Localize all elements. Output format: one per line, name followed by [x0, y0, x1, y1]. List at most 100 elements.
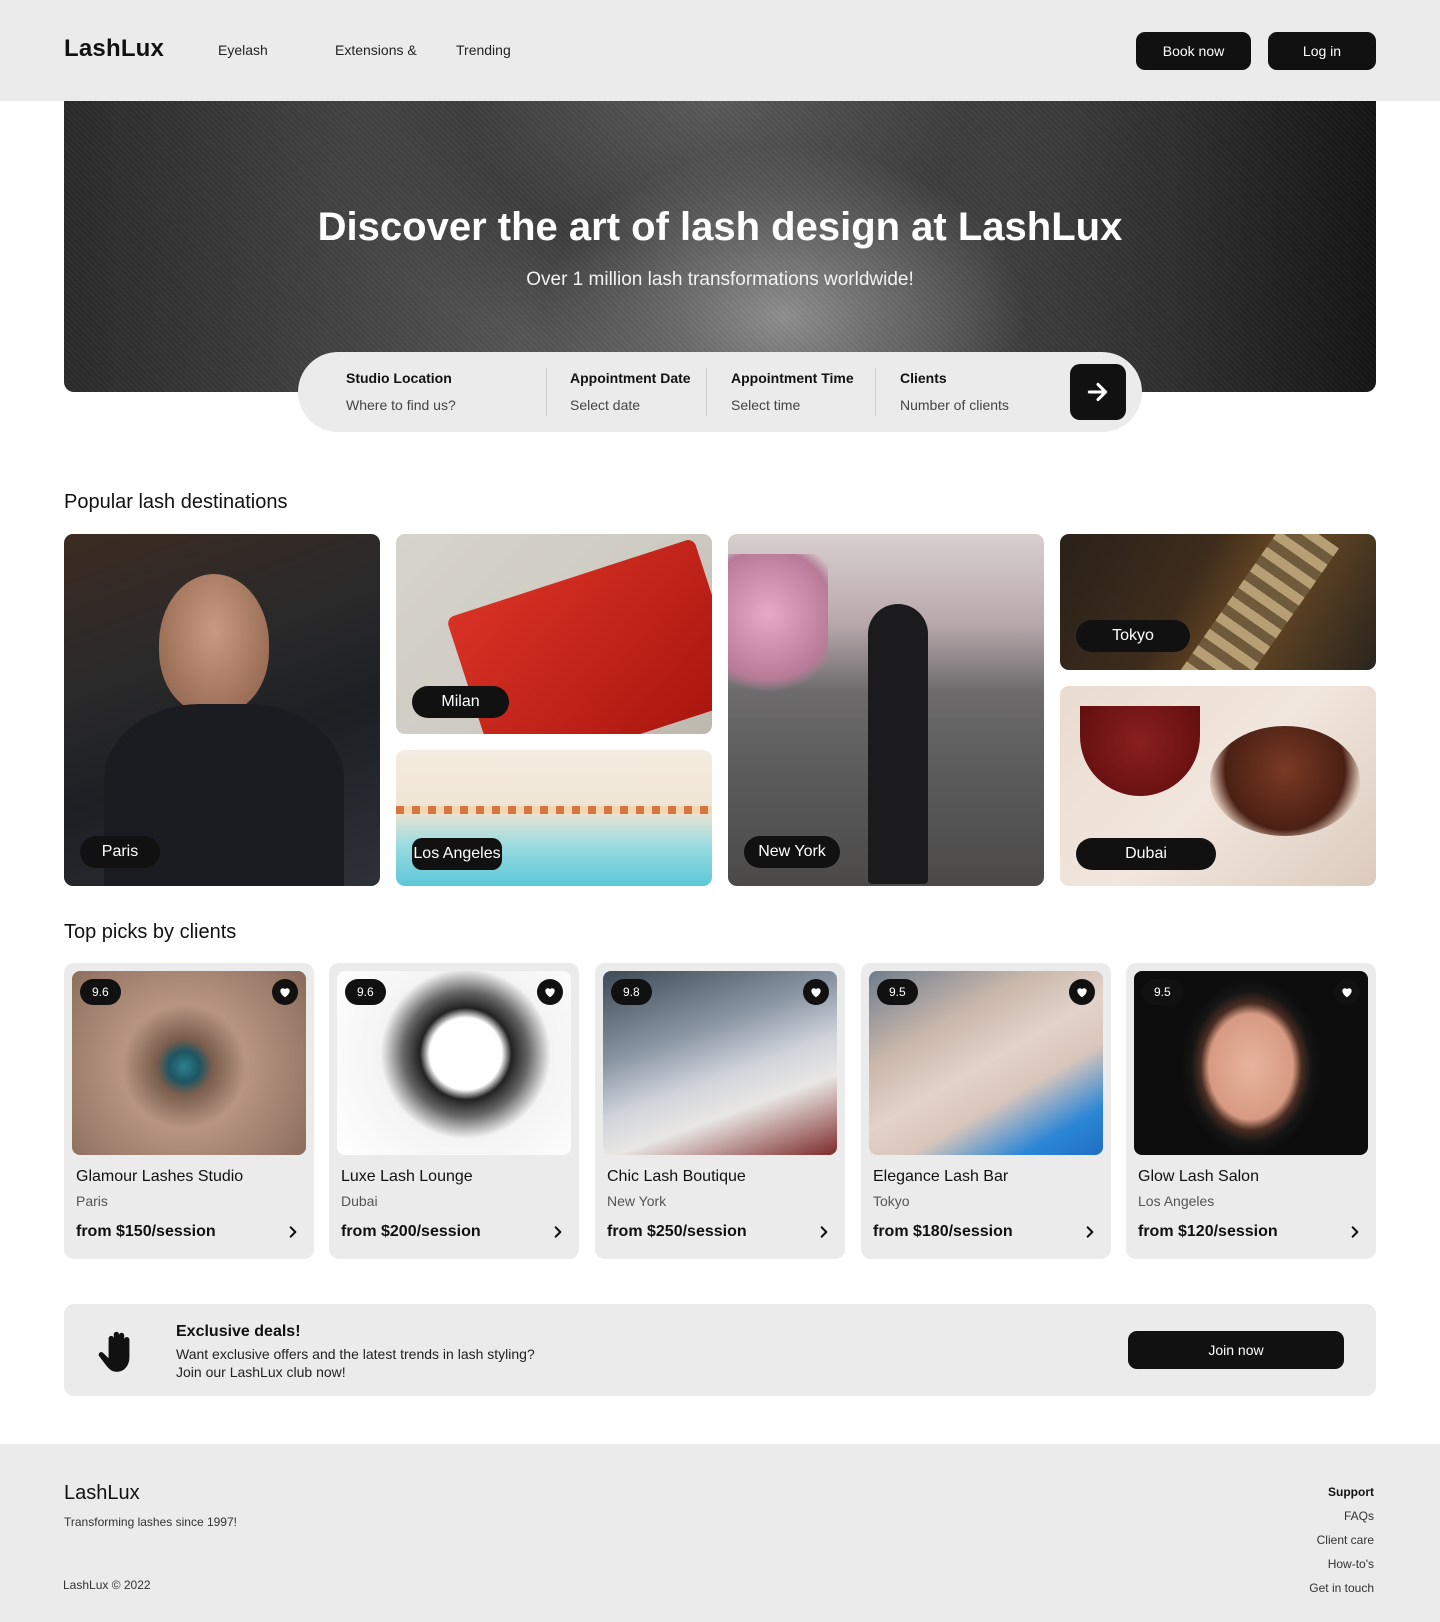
destination-label: Los Angeles	[412, 838, 502, 870]
destination-image	[396, 806, 712, 814]
studio-price: from $200/session	[341, 1223, 481, 1240]
studio-price: from $150/session	[76, 1223, 216, 1240]
studio-image: 9.5	[869, 971, 1103, 1155]
rating-badge: 9.6	[80, 979, 121, 1005]
chevron-right-icon[interactable]	[547, 1221, 569, 1243]
field-label: Studio Location	[346, 370, 452, 386]
studio-card[interactable]: 9.8 Chic Lash Boutique New York from $25…	[595, 963, 845, 1259]
destination-card-milan[interactable]: Milan	[396, 534, 712, 734]
favorite-heart-icon[interactable]	[1334, 979, 1360, 1005]
footer-tagline: Transforming lashes since 1997!	[64, 1515, 237, 1529]
search-submit-button[interactable]	[1070, 364, 1126, 420]
nav-item-extensions[interactable]: Extensions &	[335, 42, 417, 58]
field-placeholder: Where to find us?	[346, 397, 456, 413]
exclusive-deals-banner: Exclusive deals! Want exclusive offers a…	[64, 1304, 1376, 1396]
site-footer: LashLux Transforming lashes since 1997! …	[0, 1444, 1440, 1622]
studio-name: Luxe Lash Lounge	[341, 1168, 473, 1185]
field-placeholder: Select date	[570, 397, 641, 413]
studio-location-field[interactable]: Studio Location Where to find us?	[346, 370, 456, 413]
field-label: Clients	[900, 370, 947, 386]
appointment-time-field[interactable]: Appointment Time Select time	[731, 370, 854, 413]
destination-label: Milan	[412, 686, 509, 718]
footer-link-client-care[interactable]: Client care	[1317, 1533, 1374, 1547]
footer-link-faqs[interactable]: FAQs	[1344, 1509, 1374, 1523]
studio-city: New York	[607, 1193, 667, 1209]
studio-name: Chic Lash Boutique	[607, 1168, 746, 1185]
hero-title: Discover the art of lash design at LashL…	[317, 205, 1123, 249]
studio-image: 9.6	[72, 971, 306, 1155]
destination-image	[159, 574, 269, 714]
appointment-date-field[interactable]: Appointment Date Select date	[570, 370, 691, 413]
rating-badge: 9.6	[345, 979, 386, 1005]
hero-subtitle: Over 1 million lash transformations worl…	[526, 269, 914, 290]
field-label: Appointment Date	[570, 370, 691, 386]
chevron-right-icon[interactable]	[813, 1221, 835, 1243]
studio-name: Glow Lash Salon	[1138, 1168, 1259, 1185]
field-divider	[706, 368, 707, 416]
support-heading: Support	[1328, 1485, 1374, 1499]
destination-image-detail	[1210, 726, 1360, 836]
booking-search-bar: Studio Location Where to find us? Appoin…	[298, 352, 1142, 432]
promo-title: Exclusive deals!	[176, 1323, 301, 1340]
studio-city: Dubai	[341, 1193, 378, 1209]
hand-icon	[94, 1326, 144, 1376]
field-placeholder: Number of clients	[900, 397, 1009, 413]
field-divider	[875, 368, 876, 416]
studio-card[interactable]: 9.6 Luxe Lash Lounge Dubai from $200/ses…	[329, 963, 579, 1259]
studio-price: from $180/session	[873, 1223, 1013, 1240]
destination-label: Dubai	[1076, 838, 1216, 870]
studio-city: Tokyo	[873, 1193, 910, 1209]
promo-text-line-2: Join our LashLux club now!	[176, 1364, 346, 1380]
studio-card[interactable]: 9.5 Elegance Lash Bar Tokyo from $180/se…	[861, 963, 1111, 1259]
destination-card-dubai[interactable]: Dubai	[1060, 686, 1376, 886]
favorite-heart-icon[interactable]	[1069, 979, 1095, 1005]
nav-item-eyelash[interactable]: Eyelash	[218, 42, 268, 58]
join-now-button[interactable]: Join now	[1128, 1331, 1344, 1369]
destination-label: Paris	[80, 836, 160, 868]
field-divider	[546, 368, 547, 416]
footer-link-how-tos[interactable]: How-to's	[1328, 1557, 1374, 1571]
brand-logo[interactable]: LashLux	[64, 35, 164, 63]
chevron-right-icon[interactable]	[1344, 1221, 1366, 1243]
chevron-right-icon[interactable]	[282, 1221, 304, 1243]
field-label: Appointment Time	[731, 370, 854, 386]
favorite-heart-icon[interactable]	[272, 979, 298, 1005]
destination-card-paris[interactable]: Paris	[64, 534, 380, 886]
rating-badge: 9.8	[611, 979, 652, 1005]
studio-card[interactable]: 9.6 Glamour Lashes Studio Paris from $15…	[64, 963, 314, 1259]
destinations-title: Popular lash destinations	[64, 491, 288, 513]
copyright: LashLux © 2022	[63, 1578, 151, 1592]
rating-badge: 9.5	[1142, 979, 1183, 1005]
nav-item-trending[interactable]: Trending	[456, 42, 511, 58]
footer-link-get-in-touch[interactable]: Get in touch	[1309, 1581, 1374, 1595]
destination-card-los-angeles[interactable]: Los Angeles	[396, 750, 712, 886]
studio-city: Paris	[76, 1193, 108, 1209]
destination-image-detail	[868, 604, 928, 884]
destination-image	[1080, 706, 1200, 796]
studio-image: 9.8	[603, 971, 837, 1155]
destination-image	[728, 554, 828, 704]
studio-image: 9.5	[1134, 971, 1368, 1155]
footer-logo[interactable]: LashLux	[64, 1482, 140, 1505]
destination-image	[1180, 534, 1340, 670]
studio-card[interactable]: 9.5 Glow Lash Salon Los Angeles from $12…	[1126, 963, 1376, 1259]
login-button[interactable]: Log in	[1268, 32, 1376, 70]
destination-card-new-york[interactable]: New York	[728, 534, 1044, 886]
destination-label: Tokyo	[1076, 620, 1190, 652]
hero-banner: Discover the art of lash design at LashL…	[64, 101, 1376, 392]
promo-text-line-1: Want exclusive offers and the latest tre…	[176, 1346, 535, 1362]
clients-field[interactable]: Clients Number of clients	[900, 370, 1009, 413]
studio-price: from $120/session	[1138, 1223, 1278, 1240]
arrow-right-icon	[1087, 382, 1108, 402]
book-now-button[interactable]: Book now	[1136, 32, 1251, 70]
studio-name: Elegance Lash Bar	[873, 1168, 1009, 1185]
site-header: LashLux Eyelash Extensions & Trending Bo…	[0, 0, 1440, 101]
studio-image: 9.6	[337, 971, 571, 1155]
field-placeholder: Select time	[731, 397, 801, 413]
destination-label: New York	[744, 836, 840, 868]
chevron-right-icon[interactable]	[1079, 1221, 1101, 1243]
favorite-heart-icon[interactable]	[537, 979, 563, 1005]
rating-badge: 9.5	[877, 979, 918, 1005]
favorite-heart-icon[interactable]	[803, 979, 829, 1005]
destination-card-tokyo[interactable]: Tokyo	[1060, 534, 1376, 670]
